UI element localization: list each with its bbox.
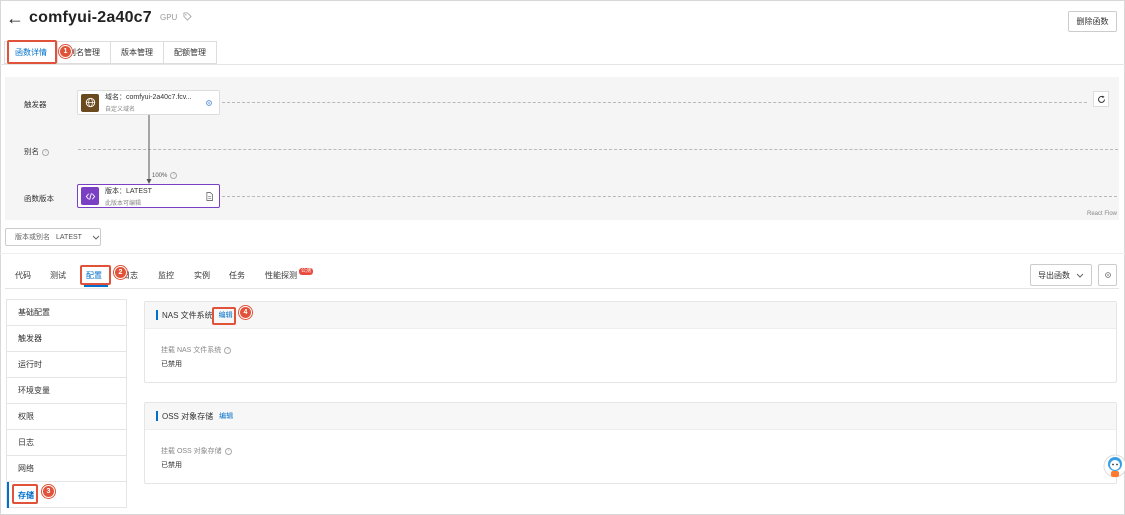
oss-field-value: 已禁用 (161, 462, 182, 469)
edge-weight-label: 100%? (152, 172, 178, 179)
highlight-box-4 (212, 307, 236, 325)
trigger-node-title: 域名：comfyui-2a40c7.fcv... (105, 94, 192, 101)
highlight-box-1 (7, 40, 57, 64)
gear-icon[interactable] (205, 99, 213, 107)
section-divider (0, 253, 1125, 254)
gpu-badge: GPU (160, 13, 178, 22)
tabs-divider (0, 64, 1125, 65)
nas-card: NAS 文件系统 编辑 挂载 NAS 文件系统? 已禁用 (144, 301, 1117, 383)
subtab-code[interactable]: 代码 (15, 270, 31, 281)
step-marker-1: 1 (59, 45, 72, 58)
gear-icon (1104, 272, 1111, 278)
back-arrow-icon[interactable]: ← (6, 8, 24, 28)
section-accent-bar (156, 411, 158, 421)
tab-version-management[interactable]: 版本管理 (111, 41, 164, 64)
version-select-value: LATEST (56, 233, 82, 241)
refresh-icon (1097, 95, 1105, 103)
subtab-monitoring[interactable]: 监控 (158, 270, 174, 281)
nas-card-title: NAS 文件系统 (162, 310, 213, 320)
oss-card: OSS 对象存储 编辑 挂载 OSS 对象存储? 已禁用 (144, 402, 1117, 484)
nas-field-label: 挂载 NAS 文件系统? (161, 345, 232, 355)
row-label-version: 函数版本 (24, 194, 54, 203)
settings-button[interactable] (1098, 264, 1117, 286)
highlight-box-3 (12, 484, 38, 504)
version-node-title: 版本：LATEST (105, 187, 152, 195)
side-item-logs[interactable]: 日志 (7, 430, 126, 456)
delete-function-button[interactable]: 删除函数 (1068, 11, 1117, 32)
chevron-down-icon (92, 235, 100, 240)
oss-field-label: 挂载 OSS 对象存储? (161, 446, 232, 456)
version-select-label: 版本或别名 (15, 234, 50, 241)
subtabs-divider (5, 288, 1119, 289)
row-label-alias: 别名? (24, 146, 49, 157)
active-subtab-indicator (84, 285, 108, 287)
side-item-runtime[interactable]: 运行时 (7, 352, 126, 378)
trigger-node-subtitle: 自定义域名 (105, 107, 136, 113)
oss-card-title: OSS 对象存储 (162, 411, 214, 421)
refresh-button[interactable] (1093, 91, 1109, 107)
version-node[interactable]: 版本：LATEST 此版本可编辑 (77, 184, 220, 208)
subtab-performance-probe[interactable]: 性能探测 (265, 270, 297, 281)
nas-field-value: 已禁用 (161, 361, 182, 368)
config-side-menu: 基础配置 触发器 运行时 环境变量 权限 日志 网络 存储 (6, 299, 127, 508)
oss-card-header: OSS 对象存储 编辑 (145, 403, 1116, 430)
subtab-tasks[interactable]: 任务 (229, 270, 245, 281)
version-lane (222, 196, 1117, 197)
trigger-lane (222, 102, 1087, 103)
row-label-trigger: 触发器 (24, 100, 47, 109)
document-icon[interactable] (206, 192, 213, 201)
side-item-env-vars[interactable]: 环境变量 (7, 378, 126, 404)
version-node-subtitle: 此版本可编辑 (105, 200, 142, 207)
assistant-avatar-icon[interactable] (1101, 451, 1125, 481)
side-item-permissions[interactable]: 权限 (7, 404, 126, 430)
section-accent-bar (156, 310, 158, 320)
export-function-label: 导出函数 (1038, 270, 1070, 280)
react-flow-attribution[interactable]: React Flow (1087, 211, 1117, 217)
side-item-network[interactable]: 网络 (7, 456, 126, 482)
trigger-node[interactable]: 域名：comfyui-2a40c7.fcv... 自定义域名 (77, 90, 220, 115)
version-code-icon (81, 187, 99, 205)
chevron-down-icon (1076, 273, 1084, 278)
subtab-instances[interactable]: 实例 (194, 270, 210, 281)
side-item-basic-config[interactable]: 基础配置 (7, 300, 126, 326)
step-marker-3: 3 (42, 485, 55, 498)
nas-card-header: NAS 文件系统 编辑 (145, 302, 1116, 329)
step-marker-4: 4 (239, 306, 252, 319)
globe-icon (81, 93, 99, 112)
oss-edit-link[interactable]: 编辑 (219, 411, 233, 421)
tab-quota-management[interactable]: 配额管理 (164, 41, 217, 64)
subtab-test[interactable]: 测试 (50, 270, 66, 281)
page-title: comfyui-2a40c7 (29, 9, 152, 26)
side-item-triggers[interactable]: 触发器 (7, 326, 126, 352)
version-alias-select[interactable]: 版本或别名 LATEST (5, 228, 101, 246)
beta-badge: 公测 (299, 268, 314, 275)
export-function-button[interactable]: 导出函数 (1030, 264, 1092, 286)
alias-lane (78, 149, 1118, 150)
tag-icon[interactable] (183, 12, 192, 21)
step-marker-2: 2 (114, 266, 127, 279)
highlight-box-2 (80, 265, 111, 285)
